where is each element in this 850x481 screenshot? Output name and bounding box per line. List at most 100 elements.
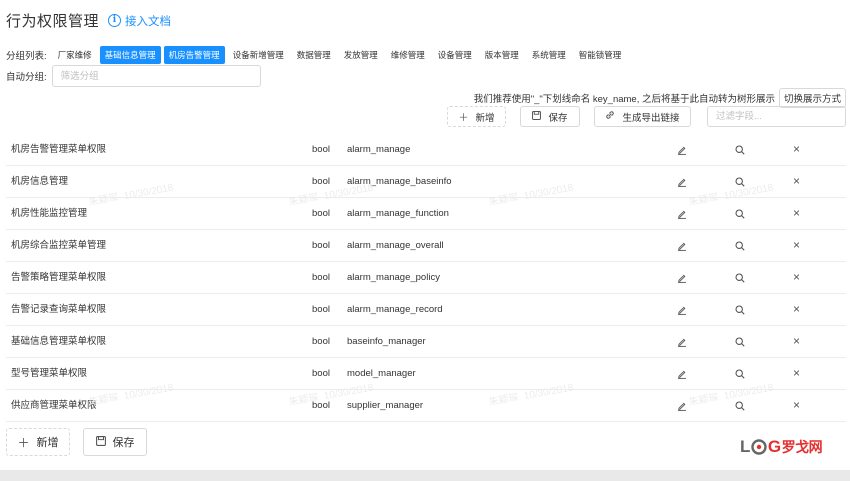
close-icon[interactable]: × [793, 134, 800, 165]
permission-name: 机房性能监控管理 [11, 208, 88, 219]
search-icon[interactable] [735, 358, 745, 389]
edit-icon[interactable] [677, 390, 687, 421]
permission-name: 机房信息管理 [11, 176, 69, 187]
export-link-button[interactable]: 生成导出链接 [594, 106, 691, 127]
close-icon[interactable]: × [793, 294, 800, 325]
permission-type: bool [312, 208, 330, 219]
close-icon[interactable]: × [793, 166, 800, 197]
edit-icon[interactable] [677, 230, 687, 261]
hint-row: 我们推荐使用"_"下划线命名 key_name, 之后将基于此自动转为树形展示 … [474, 88, 846, 108]
auto-group-label: 自动分组: [6, 72, 47, 83]
permission-key: alarm_manage_baseinfo [347, 176, 452, 187]
close-icon[interactable]: × [793, 326, 800, 357]
group-tag[interactable]: 基础信息管理 [99, 46, 161, 64]
permission-key: model_manager [347, 368, 416, 379]
bottom-add-button[interactable]: ＋ 新增 [6, 428, 70, 456]
group-tag[interactable]: 机房告警管理 [163, 46, 225, 64]
edit-icon[interactable] [677, 198, 687, 229]
export-link-label: 生成导出链接 [622, 112, 680, 124]
save-button-label: 保存 [548, 112, 568, 124]
search-icon[interactable] [735, 134, 745, 165]
page-header: 行为权限管理 i 接入文档 [6, 10, 171, 31]
group-tag[interactable]: 智能锁管理 [574, 46, 627, 64]
group-filter-input[interactable] [51, 65, 261, 87]
permission-name: 告警记录查询菜单权限 [11, 304, 107, 315]
auto-group: 自动分组: [6, 65, 261, 87]
permission-type: bool [312, 240, 330, 251]
permission-type: bool [312, 144, 330, 155]
group-tag[interactable]: 发放管理 [339, 46, 383, 64]
group-tag[interactable]: 版本管理 [480, 46, 524, 64]
footer-bar [0, 470, 850, 481]
permission-name: 型号管理菜单权限 [11, 368, 88, 379]
group-list: 分组列表: 厂家维修 基础信息管理 机房告警管理 设备新增管理 数据管理 发放管… [6, 46, 629, 64]
permission-key: alarm_manage_overall [347, 240, 444, 251]
table-row: 型号管理菜单权限 bool model_manager × [6, 358, 846, 390]
table-row: 机房告警管理菜单权限 bool alarm_manage × [6, 134, 846, 166]
permission-name: 机房告警管理菜单权限 [11, 144, 107, 155]
permission-type: bool [312, 272, 330, 283]
permission-table: 机房告警管理菜单权限 bool alarm_manage × 机房信息管理 bo… [6, 134, 846, 422]
bottom-save-label: 保存 [112, 437, 135, 449]
permission-key: alarm_manage_record [347, 304, 443, 315]
search-icon[interactable] [735, 198, 745, 229]
close-icon[interactable]: × [793, 358, 800, 389]
bottom-save-button[interactable]: 保存 [83, 428, 147, 456]
group-tag[interactable]: 数据管理 [292, 46, 336, 64]
edit-icon[interactable] [677, 262, 687, 293]
naming-hint: 我们推荐使用"_"下划线命名 key_name, 之后将基于此自动转为树形展示 [473, 94, 775, 105]
table-row: 告警记录查询菜单权限 bool alarm_manage_record × [6, 294, 846, 326]
link-icon [605, 110, 615, 123]
table-row: 告警策略管理菜单权限 bool alarm_manage_policy × [6, 262, 846, 294]
permission-name: 供应商管理菜单权限 [11, 400, 97, 411]
table-row: 供应商管理菜单权限 bool supplier_manager × [6, 390, 846, 422]
page-title: 行为权限管理 [6, 13, 100, 30]
switch-view-button[interactable]: 切换展示方式 [778, 88, 846, 108]
save-button[interactable]: 保存 [520, 106, 580, 127]
table-row: 基础信息管理菜单权限 bool baseinfo_manager × [6, 326, 846, 358]
logo-o-icon [751, 439, 767, 455]
edit-icon[interactable] [677, 358, 687, 389]
permission-key: supplier_manager [347, 400, 424, 411]
search-icon[interactable] [735, 326, 745, 357]
close-icon[interactable]: × [793, 198, 800, 229]
search-icon[interactable] [735, 390, 745, 421]
info-icon: i [108, 14, 122, 27]
permission-key: alarm_manage_function [347, 208, 449, 219]
permission-name: 告警策略管理菜单权限 [11, 272, 107, 283]
table-row: 机房信息管理 bool alarm_manage_baseinfo × [6, 166, 846, 198]
search-icon[interactable] [735, 230, 745, 261]
group-tag[interactable]: 设备新增管理 [228, 46, 289, 64]
close-icon[interactable]: × [793, 230, 800, 261]
search-icon[interactable] [735, 262, 745, 293]
permission-type: bool [312, 304, 330, 315]
group-tag[interactable]: 维修管理 [386, 46, 430, 64]
save-icon [95, 435, 106, 449]
group-tag[interactable]: 设备管理 [433, 46, 477, 64]
close-icon[interactable]: × [793, 262, 800, 293]
add-button-label: 新增 [475, 112, 495, 124]
table-row: 机房综合监控菜单管理 bool alarm_manage_overall × [6, 230, 846, 262]
close-icon[interactable]: × [793, 390, 800, 421]
search-icon[interactable] [735, 166, 745, 197]
permission-type: bool [312, 400, 330, 411]
permission-type: bool [312, 336, 330, 347]
field-filter [707, 106, 850, 127]
doc-link[interactable]: i 接入文档 [108, 13, 171, 29]
field-filter-input[interactable] [708, 107, 850, 126]
edit-icon[interactable] [677, 166, 687, 197]
edit-icon[interactable] [677, 326, 687, 357]
group-tag[interactable]: 厂家维修 [53, 46, 97, 64]
search-icon[interactable] [735, 294, 745, 325]
table-row: 机房性能监控管理 bool alarm_manage_function × [6, 198, 846, 230]
edit-icon[interactable] [677, 294, 687, 325]
permission-name: 机房综合监控菜单管理 [11, 240, 107, 251]
doc-link-label: 接入文档 [125, 15, 172, 28]
save-icon [532, 110, 542, 123]
edit-icon[interactable] [677, 134, 687, 165]
bottom-add-label: 新增 [36, 437, 59, 449]
permission-key: alarm_manage [347, 144, 411, 155]
permission-type: bool [312, 176, 330, 187]
group-tag[interactable]: 系统管理 [527, 46, 571, 64]
add-button[interactable]: ＋ 新增 [447, 106, 506, 127]
